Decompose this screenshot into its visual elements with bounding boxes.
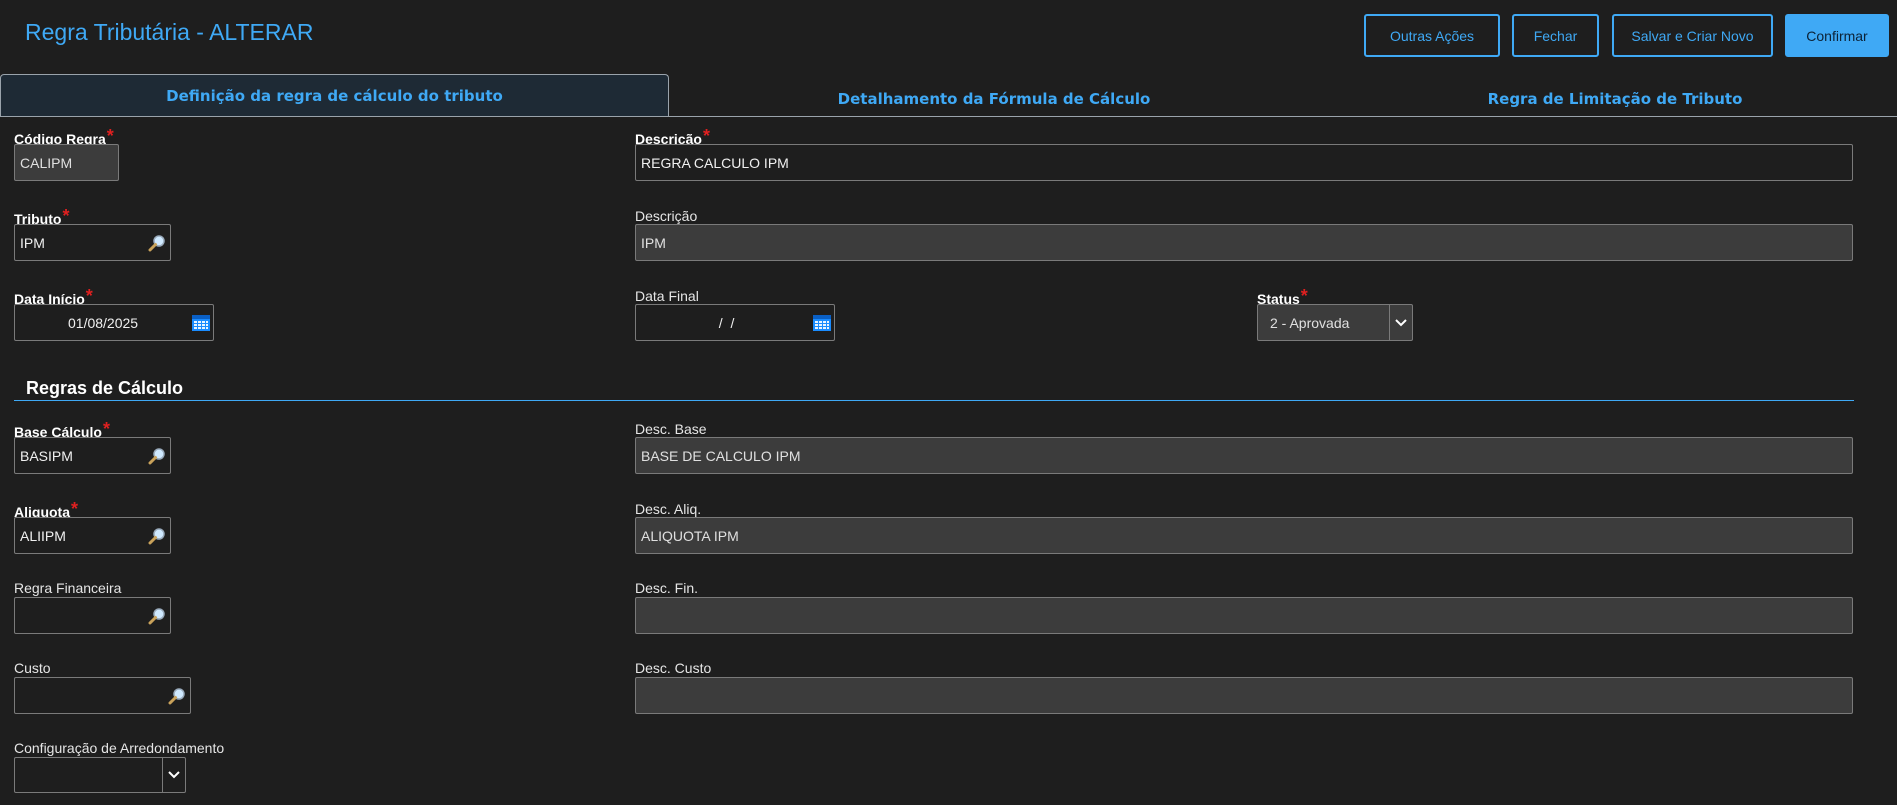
page-header: Regra Tributária - ALTERAR Outras Ações …: [0, 0, 1897, 74]
desc-aliq-label: Desc. Aliq.: [635, 501, 702, 517]
data-inicio-value: 01/08/2025: [68, 314, 139, 331]
descricao-tributo-field[interactable]: IPM: [635, 224, 1853, 261]
outras-acoes-button[interactable]: Outras Ações: [1364, 14, 1500, 57]
section-divider: [14, 400, 1854, 401]
desc-custo-field[interactable]: [635, 677, 1853, 714]
tributo-field[interactable]: IPM: [14, 224, 171, 261]
magnifier-icon[interactable]: [148, 527, 166, 545]
desc-base-field[interactable]: BASE DE CALCULO IPM: [635, 437, 1853, 474]
regra-financeira-label: Regra Financeira: [14, 580, 122, 596]
status-value: 2 - Aprovada: [1270, 314, 1350, 331]
magnifier-icon[interactable]: [148, 447, 166, 465]
config-arredondamento-select[interactable]: [14, 757, 186, 793]
calendar-icon[interactable]: [191, 313, 211, 333]
data-final-label: Data Final: [635, 288, 699, 304]
tab-detalhamento-formula[interactable]: Detalhamento da Fórmula de Cálculo: [670, 77, 1318, 120]
base-calculo-field[interactable]: BASIPM: [14, 437, 171, 474]
data-final-value: / /: [711, 314, 735, 331]
desc-fin-field[interactable]: [635, 597, 1853, 634]
base-calculo-value: BASIPM: [20, 447, 73, 464]
desc-fin-label: Desc. Fin.: [635, 580, 699, 596]
tab-bar: Definição da regra de cálculo do tributo…: [0, 74, 1897, 117]
tab-regra-limitacao[interactable]: Regra de Limitação de Tributo: [1318, 77, 1897, 120]
desc-base-label: Desc. Base: [635, 421, 707, 437]
desc-aliq-field[interactable]: ALIQUOTA IPM: [635, 517, 1853, 554]
aliquota-field[interactable]: ALIIPM: [14, 517, 171, 554]
confirmar-button[interactable]: Confirmar: [1785, 14, 1889, 57]
page-title: Regra Tributária - ALTERAR: [25, 19, 314, 45]
data-inicio-field[interactable]: 01/08/2025: [14, 304, 214, 341]
calendar-icon[interactable]: [812, 313, 832, 333]
config-arredondamento-label: Configuração de Arredondamento: [14, 740, 225, 756]
descricao-tributo-label: Descrição: [635, 208, 698, 224]
custo-label: Custo: [14, 660, 51, 676]
tributo-value: IPM: [20, 234, 45, 251]
aliquota-value: ALIIPM: [20, 527, 66, 544]
custo-field[interactable]: [14, 677, 191, 714]
desc-custo-label: Desc. Custo: [635, 660, 712, 676]
status-select[interactable]: 2 - Aprovada: [1257, 304, 1413, 341]
data-final-field[interactable]: / /: [635, 304, 835, 341]
magnifier-icon[interactable]: [148, 607, 166, 625]
section-title-regras-calculo: Regras de Cálculo: [26, 378, 184, 398]
codigo-regra-field[interactable]: CALIPM: [14, 144, 119, 181]
chevron-down-icon[interactable]: [162, 758, 185, 792]
regra-financeira-field[interactable]: [14, 597, 171, 634]
magnifier-icon[interactable]: [168, 687, 186, 705]
chevron-down-icon[interactable]: [1389, 305, 1412, 340]
salvar-criar-novo-button[interactable]: Salvar e Criar Novo: [1612, 14, 1773, 57]
fechar-button[interactable]: Fechar: [1512, 14, 1599, 57]
descricao-field[interactable]: REGRA CALCULO IPM: [635, 144, 1853, 181]
tab-definicao-regra[interactable]: Definição da regra de cálculo do tributo: [0, 74, 669, 116]
magnifier-icon[interactable]: [148, 234, 166, 252]
